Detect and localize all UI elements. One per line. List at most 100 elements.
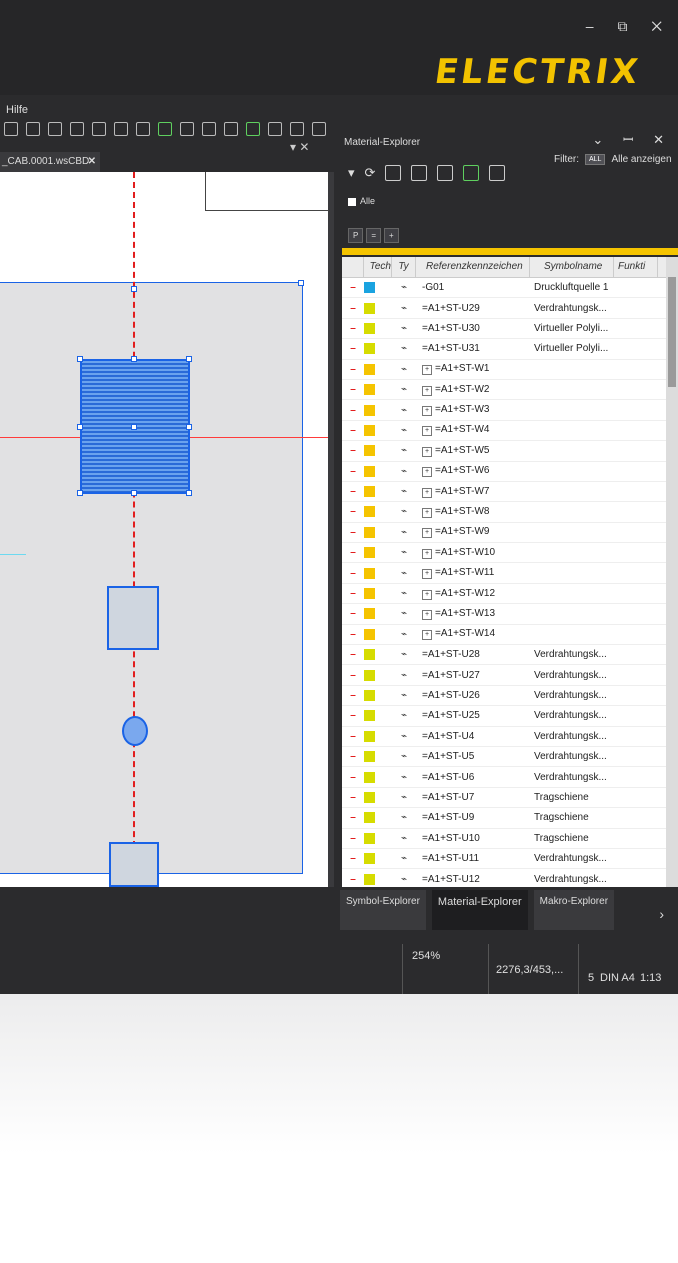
table-row[interactable]: – ⌁ =A1+ST-U12 Verdrahtungsk...	[342, 869, 678, 887]
row-remove-marker[interactable]: –	[342, 731, 364, 742]
row-remove-marker[interactable]: –	[342, 405, 364, 416]
table-row[interactable]: – ⌁ =A1+ST-U10 Tragschiene	[342, 829, 678, 849]
selection-handle[interactable]	[77, 490, 83, 496]
row-remove-marker[interactable]: –	[342, 364, 364, 375]
structure-button-p[interactable]: P	[348, 228, 364, 243]
row-remove-marker[interactable]: –	[342, 853, 364, 864]
selection-handle[interactable]	[186, 490, 192, 496]
selection-handle[interactable]	[298, 280, 304, 286]
table-row[interactable]: – ⌁ =A1+ST-U6 Verdrahtungsk...	[342, 767, 678, 788]
row-remove-marker[interactable]: –	[342, 343, 364, 354]
expand-icon[interactable]: +	[422, 507, 432, 518]
table-row[interactable]: – ⌁ + =A1+ST-W6	[342, 462, 678, 482]
table-row[interactable]: – ⌁ + =A1+ST-W8	[342, 502, 678, 523]
table-row[interactable]: – ⌁ + =A1+ST-W9	[342, 523, 678, 544]
selection-handle[interactable]	[77, 356, 83, 362]
checkbox-icon[interactable]	[348, 197, 356, 206]
expand-icon[interactable]: +	[422, 548, 432, 559]
table-row[interactable]: – ⌁ + =A1+ST-W13	[342, 604, 678, 625]
toolbar-tool-icon[interactable]	[4, 122, 18, 136]
fan-component[interactable]	[109, 842, 159, 887]
scrollbar-thumb[interactable]	[668, 277, 676, 387]
filter-value[interactable]: Alle anzeigen	[611, 154, 671, 165]
expand-icon[interactable]: +	[422, 589, 432, 600]
expand-icon[interactable]: +	[422, 528, 432, 539]
table-row[interactable]: – ⌁ =A1+ST-U5 Verdrahtungsk...	[342, 747, 678, 768]
toolbar-tool-icon[interactable]	[136, 122, 150, 136]
table-row[interactable]: – ⌁ =A1+ST-U28 Verdrahtungsk...	[342, 645, 678, 666]
selection-handle[interactable]	[186, 424, 192, 430]
row-remove-marker[interactable]: –	[342, 772, 364, 783]
refresh-icon[interactable]: ⟳	[365, 165, 376, 181]
expand-icon[interactable]: +	[422, 487, 432, 498]
toolbar-tool-icon[interactable]	[180, 122, 194, 136]
row-remove-marker[interactable]: –	[342, 608, 364, 619]
toolbar-layers-icon[interactable]	[246, 122, 260, 136]
row-remove-marker[interactable]: –	[342, 670, 364, 681]
toolbar-tool-icon[interactable]	[92, 122, 106, 136]
toolbar-tool-icon[interactable]	[26, 122, 40, 136]
row-remove-marker[interactable]: –	[342, 792, 364, 803]
row-remove-marker[interactable]: –	[342, 588, 364, 599]
panel-controls[interactable]: ⌄ ꟷ ✕	[592, 130, 672, 148]
lock-icon[interactable]	[489, 165, 506, 181]
selection-handle[interactable]	[77, 424, 83, 430]
table-row[interactable]: – ⌁ + =A1+ST-W1	[342, 360, 678, 380]
row-remove-marker[interactable]: –	[342, 833, 364, 844]
menu-item-hilfe[interactable]: Hilfe	[6, 104, 28, 116]
table-row[interactable]: – ⌁ + =A1+ST-W12	[342, 584, 678, 605]
row-remove-marker[interactable]: –	[342, 751, 364, 762]
toolbar-tool-icon[interactable]	[224, 122, 238, 136]
toolbar-tool-icon[interactable]	[48, 122, 62, 136]
canvas-controls[interactable]: ▾ ✕	[290, 140, 309, 154]
structure-button-plus[interactable]: +	[384, 228, 399, 243]
chevron-right-icon[interactable]: ›	[659, 906, 664, 922]
filter-control[interactable]: Filter: ALL Alle anzeigen	[554, 154, 672, 165]
table-row[interactable]: – ⌁ =A1+ST-U4 Verdrahtungsk...	[342, 727, 678, 747]
tab-material-explorer[interactable]: Material-Explorer	[431, 890, 528, 930]
expand-icon[interactable]: +	[422, 569, 432, 580]
round-component[interactable]	[122, 716, 148, 746]
row-remove-marker[interactable]: –	[342, 303, 364, 314]
column-header-reference[interactable]: Referenzkennzeichen	[416, 257, 530, 277]
toolbar-green-tool-icon[interactable]	[158, 122, 172, 136]
close-icon[interactable]: ✕	[88, 152, 96, 172]
row-remove-marker[interactable]: –	[342, 874, 364, 885]
selection-handle[interactable]	[131, 490, 137, 496]
row-remove-marker[interactable]: –	[342, 690, 364, 701]
document-tab[interactable]: _CAB.0001.wsCBD ✕	[0, 152, 100, 172]
column-header-symbol[interactable]: Symbolname	[530, 257, 614, 277]
table-row[interactable]: – ⌁ + =A1+ST-W4	[342, 421, 678, 442]
selection-handle[interactable]	[131, 424, 137, 430]
table-row[interactable]: – ⌁ =A1+ST-U26 Verdrahtungsk...	[342, 686, 678, 707]
table-row[interactable]: – ⌁ + =A1+ST-W7	[342, 482, 678, 503]
row-remove-marker[interactable]: –	[342, 710, 364, 721]
table-row[interactable]: – ⌁ + =A1+ST-W14	[342, 625, 678, 646]
dropdown-icon[interactable]: ▾	[348, 165, 355, 181]
expand-icon[interactable]: +	[422, 446, 432, 457]
selection-handle[interactable]	[131, 286, 137, 292]
row-remove-marker[interactable]: –	[342, 282, 364, 293]
table-row[interactable]: – ⌁ + =A1+ST-W10	[342, 543, 678, 564]
selection-handle[interactable]	[131, 356, 137, 362]
row-remove-marker[interactable]: –	[342, 425, 364, 436]
table-row[interactable]: – ⌁ + =A1+ST-W2	[342, 380, 678, 401]
window-controls[interactable]: – ⧉ ✕	[586, 18, 672, 35]
vertical-scrollbar[interactable]	[666, 257, 678, 887]
row-remove-marker[interactable]: –	[342, 486, 364, 497]
row-remove-marker[interactable]: –	[342, 466, 364, 477]
table-row[interactable]: – ⌁ =A1+ST-U7 Tragschiene	[342, 788, 678, 809]
table-row[interactable]: – ⌁ -G01 Druckluftquelle 1	[342, 278, 678, 299]
expand-icon[interactable]: +	[422, 385, 432, 396]
expand-icon[interactable]: +	[422, 630, 432, 641]
row-remove-marker[interactable]: –	[342, 649, 364, 660]
expand-icon[interactable]: +	[422, 609, 432, 620]
table-row[interactable]: – ⌁ =A1+ST-U31 Virtueller Polyli...	[342, 339, 678, 360]
expand-icon[interactable]: +	[422, 365, 432, 376]
table-row[interactable]: – ⌁ + =A1+ST-W5	[342, 441, 678, 462]
tree-check-icon[interactable]	[463, 165, 480, 181]
expand-icon[interactable]: +	[422, 406, 432, 417]
expand-icon[interactable]: +	[422, 426, 432, 437]
toolbar-tool-icon[interactable]	[114, 122, 128, 136]
tree-icon[interactable]	[411, 165, 428, 181]
